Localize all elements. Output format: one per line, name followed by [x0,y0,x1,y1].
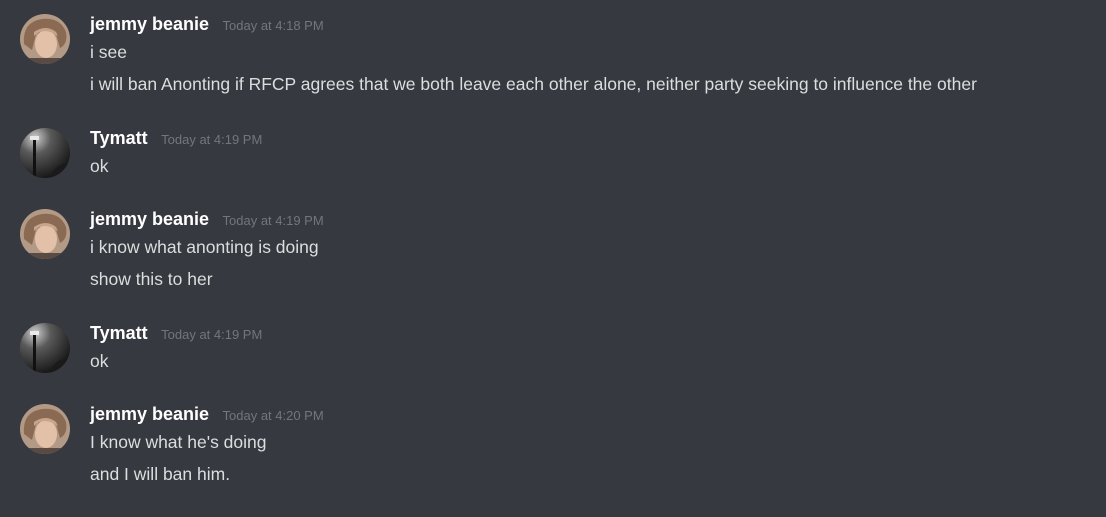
timestamp: Today at 4:19 PM [222,213,324,228]
message-text: i know what anonting is doing [90,237,319,257]
message-header: jemmy beanie Today at 4:18 PM [90,14,324,38]
message-header: Tymatt Today at 4:19 PM [90,323,262,347]
timestamp: Today at 4:20 PM [222,408,324,423]
message-text: i see [90,42,127,62]
portrait-avatar-icon [20,14,70,64]
message-text: i will ban Anonting if RFCP agrees that … [90,74,977,94]
user-avatar[interactable] [20,209,70,259]
message-text: show this to her [90,269,213,289]
username[interactable]: jemmy beanie [90,209,209,230]
user-avatar[interactable] [20,404,70,454]
portrait-avatar-icon [20,404,70,454]
message-text: I know what he's doing [90,432,267,452]
timestamp: Today at 4:19 PM [161,327,263,342]
message-text: ok [90,156,109,176]
message-header: Tymatt Today at 4:19 PM [90,128,262,152]
message-header: jemmy beanie Today at 4:20 PM [90,404,324,428]
user-avatar[interactable] [20,323,70,373]
timestamp: Today at 4:19 PM [161,132,263,147]
username[interactable]: jemmy beanie [90,404,209,425]
message-text: ok [90,351,109,371]
user-avatar[interactable] [20,128,70,178]
username[interactable]: Tymatt [90,323,148,344]
user-avatar[interactable] [20,14,70,64]
message-text: and I will ban him. [90,464,231,484]
lamp-post-avatar-icon [20,128,70,178]
portrait-avatar-icon [20,209,70,259]
timestamp: Today at 4:18 PM [222,18,324,33]
message-header: jemmy beanie Today at 4:19 PM [90,209,324,233]
lamp-post-avatar-icon [20,323,70,373]
chat-message-list: jemmy beanie Today at 4:18 PM i see i wi… [0,0,1106,517]
username[interactable]: jemmy beanie [90,14,209,35]
username[interactable]: Tymatt [90,128,148,149]
